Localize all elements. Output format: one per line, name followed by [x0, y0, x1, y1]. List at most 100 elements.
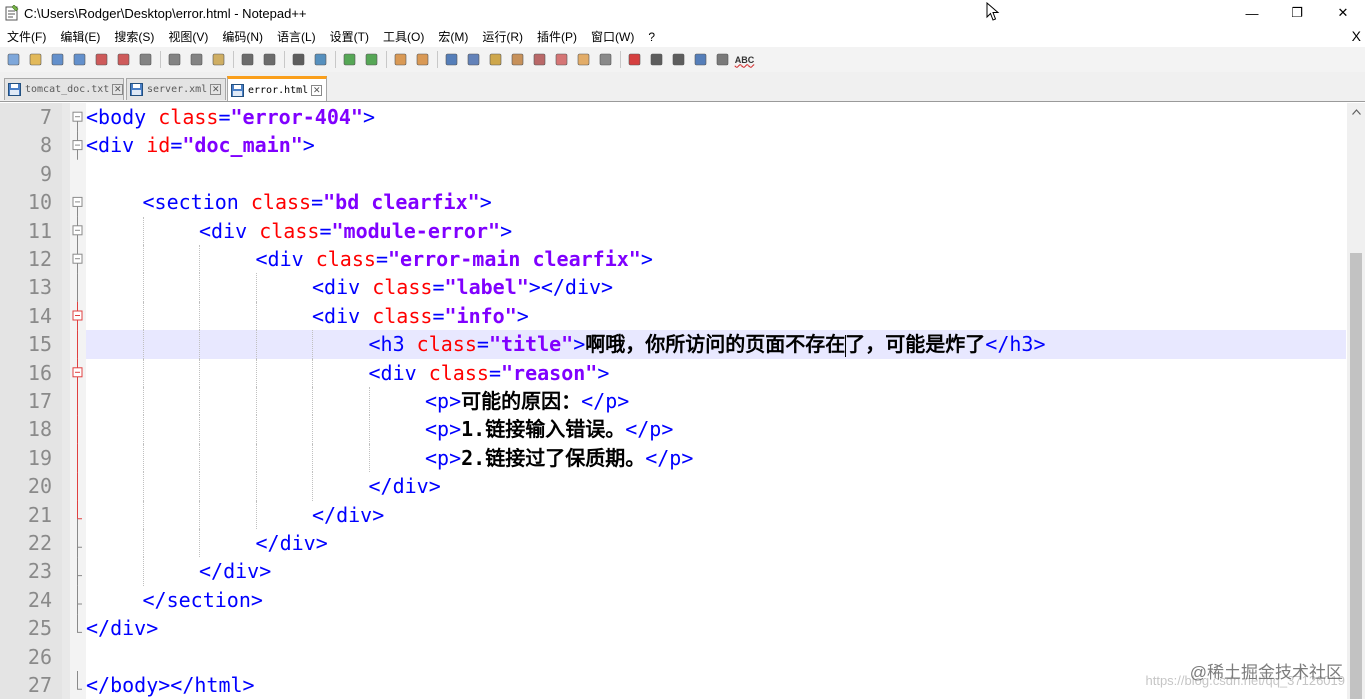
fold-marker-minus-red[interactable] [72, 358, 83, 387]
fold-markers[interactable] [70, 103, 86, 699]
find-icon[interactable] [289, 50, 308, 69]
close-icon[interactable] [92, 50, 111, 69]
undo-icon[interactable] [238, 50, 257, 69]
code-line[interactable]: <div class="label"></div> [312, 273, 613, 301]
save-all-icon[interactable] [70, 50, 89, 69]
paste-icon[interactable] [209, 50, 228, 69]
code-line[interactable]: </body></html> [86, 671, 255, 699]
code-area[interactable]: <body class="error-404"> <div id="doc_mai… [86, 103, 1346, 699]
run-multiple-icon[interactable] [691, 50, 710, 69]
code-line[interactable]: </div> [369, 472, 441, 500]
code-line[interactable]: <div class="reason"> [369, 359, 610, 387]
code-token-txt: 1.链接输入错误。 [461, 417, 626, 442]
stop-record-icon[interactable] [647, 50, 666, 69]
code-line[interactable]: <div class="module-error"> [199, 217, 512, 245]
indent-guide [199, 500, 200, 529]
redo-icon[interactable] [260, 50, 279, 69]
menu-item-3[interactable]: 视图(V) [161, 28, 215, 46]
code-line[interactable]: </div> [312, 501, 384, 529]
code-token-val: "info" [444, 303, 517, 328]
code-line[interactable]: <div class="error-main clearfix"> [256, 245, 653, 273]
code-line[interactable]: <h3 class="title">啊哦，你所访问的页面不存在了，可能是炸了</… [369, 330, 1046, 358]
save-macro-icon[interactable] [713, 50, 732, 69]
close-all-icon[interactable] [114, 50, 133, 69]
menu-item-0[interactable]: 文件(F) [0, 28, 53, 46]
doc-map-icon[interactable] [530, 50, 549, 69]
code-line[interactable]: </section> [143, 586, 263, 614]
menu-item-12[interactable]: ? [641, 28, 662, 46]
code-line[interactable]: <p>2.链接过了保质期。</p> [425, 444, 693, 472]
menu-item-9[interactable]: 运行(R) [475, 28, 530, 46]
editor[interactable]: 7 8 9 10 11 12 13 14 15 16 17 18 19 20 21 22 23 24 25 26 27 … [0, 103, 1365, 699]
menu-item-10[interactable]: 插件(P) [530, 28, 584, 46]
line-number: 17 [27, 389, 52, 413]
menu-item-5[interactable]: 语言(L) [270, 28, 323, 46]
monitor-icon[interactable] [596, 50, 615, 69]
cut-icon[interactable] [165, 50, 184, 69]
menu-item-1[interactable]: 编辑(E) [53, 28, 107, 46]
fold-marker-minus-red[interactable] [72, 301, 83, 331]
spellcheck-icon[interactable]: ABC [735, 50, 755, 69]
print-icon[interactable] [136, 50, 155, 69]
word-wrap-icon[interactable] [442, 50, 461, 69]
zoom-out-icon[interactable] [362, 50, 381, 69]
menu-item-2[interactable]: 搜索(S) [107, 28, 161, 46]
code-token-tag: </div> [199, 559, 272, 584]
function-list-icon[interactable] [552, 50, 571, 69]
udl-icon[interactable] [508, 50, 527, 69]
new-file-icon[interactable] [4, 50, 23, 69]
code-token-tag: > [573, 332, 586, 357]
fold-marker-minus[interactable] [72, 196, 83, 217]
bookmark-margin[interactable] [62, 103, 70, 699]
vertical-scrollbar[interactable] [1347, 103, 1365, 699]
menu-item-7[interactable]: 工具(O) [376, 28, 431, 46]
minimize-button[interactable]: — [1242, 4, 1262, 22]
window-title: C:\Users\Rodger\Desktop\error.html - Not… [24, 6, 307, 21]
code-token-txt: 可能的原因： [461, 389, 582, 413]
record-macro-icon[interactable] [625, 50, 644, 69]
tab-server-xml[interactable]: server.xml ✕ [126, 78, 226, 100]
code-line[interactable]: <div id="doc_main"> [86, 131, 315, 159]
code-line[interactable]: <section class="bd clearfix"> [143, 188, 492, 216]
code-token-tag: > [362, 105, 376, 129]
tab-close-button[interactable]: ✕ [311, 84, 323, 96]
code-line[interactable]: <p>可能的原因：</p> [425, 387, 629, 415]
indent-guide-icon[interactable] [486, 50, 505, 69]
menu-item-11[interactable]: 窗口(W) [584, 28, 641, 46]
tab-close-button[interactable]: ✕ [112, 84, 124, 95]
sync-h-icon[interactable] [413, 50, 432, 69]
indent-guide [199, 472, 200, 501]
fold-marker-minus[interactable] [72, 245, 83, 274]
code-line[interactable]: <div class="info"> [312, 302, 529, 330]
tab-error-html[interactable]: error.html ✕ [227, 76, 327, 101]
menu-item-8[interactable]: 宏(M) [431, 28, 475, 46]
play-macro-icon[interactable] [669, 50, 688, 69]
sync-v-icon[interactable] [391, 50, 410, 69]
replace-icon[interactable] [311, 50, 330, 69]
code-line[interactable]: </div> [86, 614, 158, 642]
folder-workspace-icon[interactable] [574, 50, 593, 69]
save-icon[interactable] [48, 50, 67, 69]
code-line[interactable]: </div> [199, 557, 271, 585]
scrollbar-thumb[interactable] [1350, 253, 1362, 699]
tab-close-button[interactable]: ✕ [210, 84, 222, 95]
copy-icon[interactable] [187, 50, 206, 69]
restore-button[interactable]: ❐ [1287, 4, 1307, 22]
close-window-button[interactable]: ✕ [1333, 4, 1353, 22]
zoom-in-icon[interactable] [340, 50, 359, 69]
line-number: 20 [27, 474, 52, 499]
menu-item-6[interactable]: 设置(T) [323, 28, 376, 46]
show-all-chars-icon[interactable] [464, 50, 483, 69]
close-document-button[interactable]: X [1352, 28, 1361, 44]
fold-marker-minus[interactable] [72, 216, 83, 245]
code-token-eq: = [319, 218, 332, 243]
code-line[interactable]: <body class="error-404"> [86, 103, 375, 131]
code-line[interactable]: </div> [256, 529, 328, 557]
open-file-icon[interactable] [26, 50, 45, 69]
tab-tomcat-doc[interactable]: tomcat_doc.txt ✕ [4, 78, 124, 100]
fold-marker-minus[interactable] [72, 131, 83, 160]
scroll-up-arrow-icon[interactable] [1347, 103, 1365, 121]
menu-item-4[interactable]: 编码(N) [215, 28, 270, 46]
code-line[interactable]: <p>1.链接输入错误。</p> [425, 415, 673, 443]
fold-marker-minus[interactable] [72, 111, 83, 132]
